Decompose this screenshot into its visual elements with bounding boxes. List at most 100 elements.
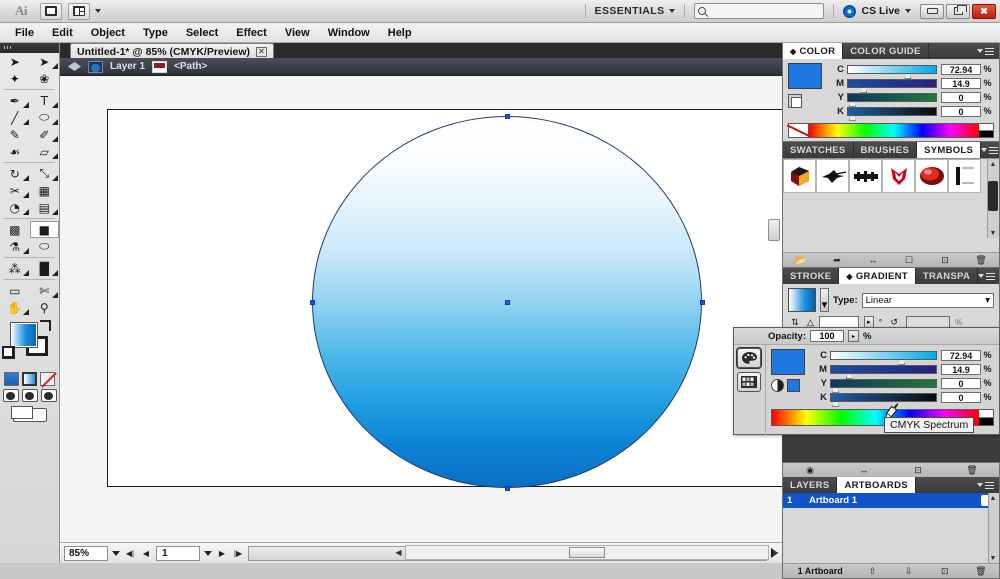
page-number-input[interactable]: 1 xyxy=(156,546,200,561)
tab-stroke[interactable]: STROKE xyxy=(783,268,839,284)
next-page-button[interactable]: ▶ xyxy=(216,546,228,560)
floating-channel-slider-y[interactable] xyxy=(830,379,937,388)
break-link-icon[interactable]: ↔ xyxy=(867,255,880,266)
artboards-panel-menu-button[interactable] xyxy=(977,477,999,493)
floating-channel-slider-m[interactable] xyxy=(830,365,937,374)
eraser-tool[interactable]: ▱ xyxy=(30,143,60,160)
symbol-options-icon[interactable]: ☐ xyxy=(903,255,916,266)
channel-slider-c[interactable] xyxy=(847,65,937,74)
color-palette-icon[interactable] xyxy=(737,348,761,368)
draw-behind-button[interactable] xyxy=(22,389,38,402)
symbols-scrollbar-thumb[interactable] xyxy=(988,181,998,211)
floating-fill-swatch[interactable] xyxy=(771,349,805,375)
scrollbar-thumb[interactable] xyxy=(569,547,605,558)
floating-stroke-swatch[interactable] xyxy=(787,379,800,392)
opacity-chevron-down-icon[interactable]: ▸ xyxy=(848,330,859,342)
tab-symbols[interactable]: SYMBOLS xyxy=(917,142,981,158)
color-fill-swatch[interactable] xyxy=(788,63,822,89)
anchor-point-center[interactable] xyxy=(505,300,510,305)
artboards-scrollbar[interactable]: ▲ ▼ xyxy=(988,493,999,563)
magic-wand-tool[interactable]: ✦ xyxy=(0,70,30,87)
anchor-point-right[interactable] xyxy=(700,300,705,305)
symbol-cell[interactable] xyxy=(915,159,948,193)
release-icon[interactable]: ↔ xyxy=(858,465,871,476)
scroll-right-icon[interactable]: ▶ xyxy=(769,545,782,560)
symbol-libraries-icon[interactable]: 📂 xyxy=(795,255,808,266)
selection-tool[interactable]: ➤ xyxy=(0,53,30,70)
scroll-down-icon[interactable]: ▼ xyxy=(988,228,998,238)
delete-artboard-icon[interactable]: 🗑 xyxy=(974,566,987,577)
menu-help[interactable]: Help xyxy=(379,25,421,41)
hand-tool[interactable]: ✋ xyxy=(0,299,30,316)
page-chevron-down-icon[interactable] xyxy=(204,551,212,556)
close-document-icon[interactable]: ✕ xyxy=(256,47,267,57)
opacity-input[interactable]: 100 xyxy=(810,330,844,342)
gradient-type-select[interactable]: Linear ▾ xyxy=(862,293,994,308)
menu-effect[interactable]: Effect xyxy=(227,25,276,41)
perspective-grid-tool[interactable]: ▤ xyxy=(30,199,60,216)
color-panel-menu-button[interactable] xyxy=(977,43,999,59)
color-spectrum-ramp[interactable] xyxy=(788,123,994,138)
channel-value-y[interactable]: 0 xyxy=(941,92,981,103)
document-canvas[interactable] xyxy=(60,76,782,542)
maximize-button[interactable] xyxy=(946,4,970,19)
scrollbar-track[interactable] xyxy=(405,545,769,560)
scale-tool[interactable]: ⤡ xyxy=(30,165,60,182)
menu-select[interactable]: Select xyxy=(177,25,227,41)
column-graph-tool[interactable]: █ xyxy=(30,260,60,277)
close-button[interactable]: ✖ xyxy=(972,4,996,19)
menu-file[interactable]: File xyxy=(6,25,43,41)
gradient-panel-menu-button[interactable] xyxy=(978,268,1000,284)
layer-thumbnail-icon[interactable] xyxy=(88,61,103,73)
default-fill-stroke-icon[interactable] xyxy=(2,346,15,359)
horizontal-scrollbar[interactable]: ◀ ▶ xyxy=(392,542,782,563)
channel-slider-m[interactable] xyxy=(847,79,937,88)
tab-brushes[interactable]: BRUSHES xyxy=(854,142,918,158)
move-down-icon[interactable]: ⇩ xyxy=(902,566,915,577)
scroll-down-icon[interactable]: ▼ xyxy=(988,553,998,563)
artboard-tool[interactable]: ▭ xyxy=(0,282,30,299)
tab-gradient[interactable]: ◆ GRADIENT xyxy=(839,268,915,284)
workspace-switcher[interactable]: ESSENTIALS xyxy=(595,5,676,17)
symbols-scrollbar[interactable]: ▲ ▼ xyxy=(987,159,999,238)
gradient-presets-chevron-down-icon[interactable]: ▾ xyxy=(820,288,829,312)
symbol-cell[interactable] xyxy=(882,159,915,193)
width-tool[interactable]: ✂ xyxy=(0,182,30,199)
white-black-swatches[interactable] xyxy=(979,410,993,425)
scroll-left-icon[interactable]: ◀ xyxy=(392,545,405,560)
free-transform-tool[interactable]: ▦ xyxy=(30,182,60,199)
previous-page-button[interactable]: ◀ xyxy=(140,546,152,560)
none-mode-button[interactable] xyxy=(40,372,55,386)
fill-swatch[interactable] xyxy=(10,322,38,348)
channel-value-c[interactable]: 72.94 xyxy=(941,64,981,75)
symbol-cell[interactable] xyxy=(816,159,849,193)
symbol-cell[interactable] xyxy=(849,159,882,193)
floating-channel-slider-k[interactable] xyxy=(830,393,937,402)
lasso-tool[interactable]: ❀ xyxy=(30,70,60,87)
new-artboard-icon[interactable]: ⊡ xyxy=(938,566,951,577)
channel-slider-y[interactable] xyxy=(847,93,937,102)
zoom-tool[interactable]: ⚲ xyxy=(30,299,60,316)
dock-collapse-handle[interactable] xyxy=(768,219,780,241)
first-page-button[interactable]: ◀| xyxy=(124,546,136,560)
white-black-swatches[interactable] xyxy=(979,124,993,137)
path-thumbnail-icon[interactable] xyxy=(152,61,167,73)
anchor-point-bottom[interactable] xyxy=(505,486,510,491)
mesh-tool[interactable]: ▩ xyxy=(0,221,30,238)
menu-edit[interactable]: Edit xyxy=(43,25,82,41)
symbol-cell[interactable] xyxy=(783,159,816,193)
symbols-panel-menu-button[interactable] xyxy=(981,142,1000,158)
slice-tool[interactable]: ✄ xyxy=(30,282,60,299)
draw-normal-button[interactable] xyxy=(3,389,19,402)
arrange-documents-button[interactable] xyxy=(68,3,90,20)
floating-channel-slider-c[interactable] xyxy=(830,351,937,360)
gradient-tool[interactable]: ■ xyxy=(30,221,60,238)
floating-channel-value-y[interactable]: 0 xyxy=(941,378,981,389)
scroll-up-icon[interactable]: ▲ xyxy=(988,159,998,169)
ellipse-tool[interactable]: ⬭ xyxy=(30,109,60,126)
tab-transparency[interactable]: TRANSPA xyxy=(916,268,978,284)
floating-channel-value-c[interactable]: 72.94 xyxy=(941,350,981,361)
tab-artboards[interactable]: ARTBOARDS xyxy=(837,477,915,493)
swatches-grid-icon[interactable] xyxy=(737,372,761,392)
tab-color-guide[interactable]: COLOR GUIDE xyxy=(843,43,928,59)
